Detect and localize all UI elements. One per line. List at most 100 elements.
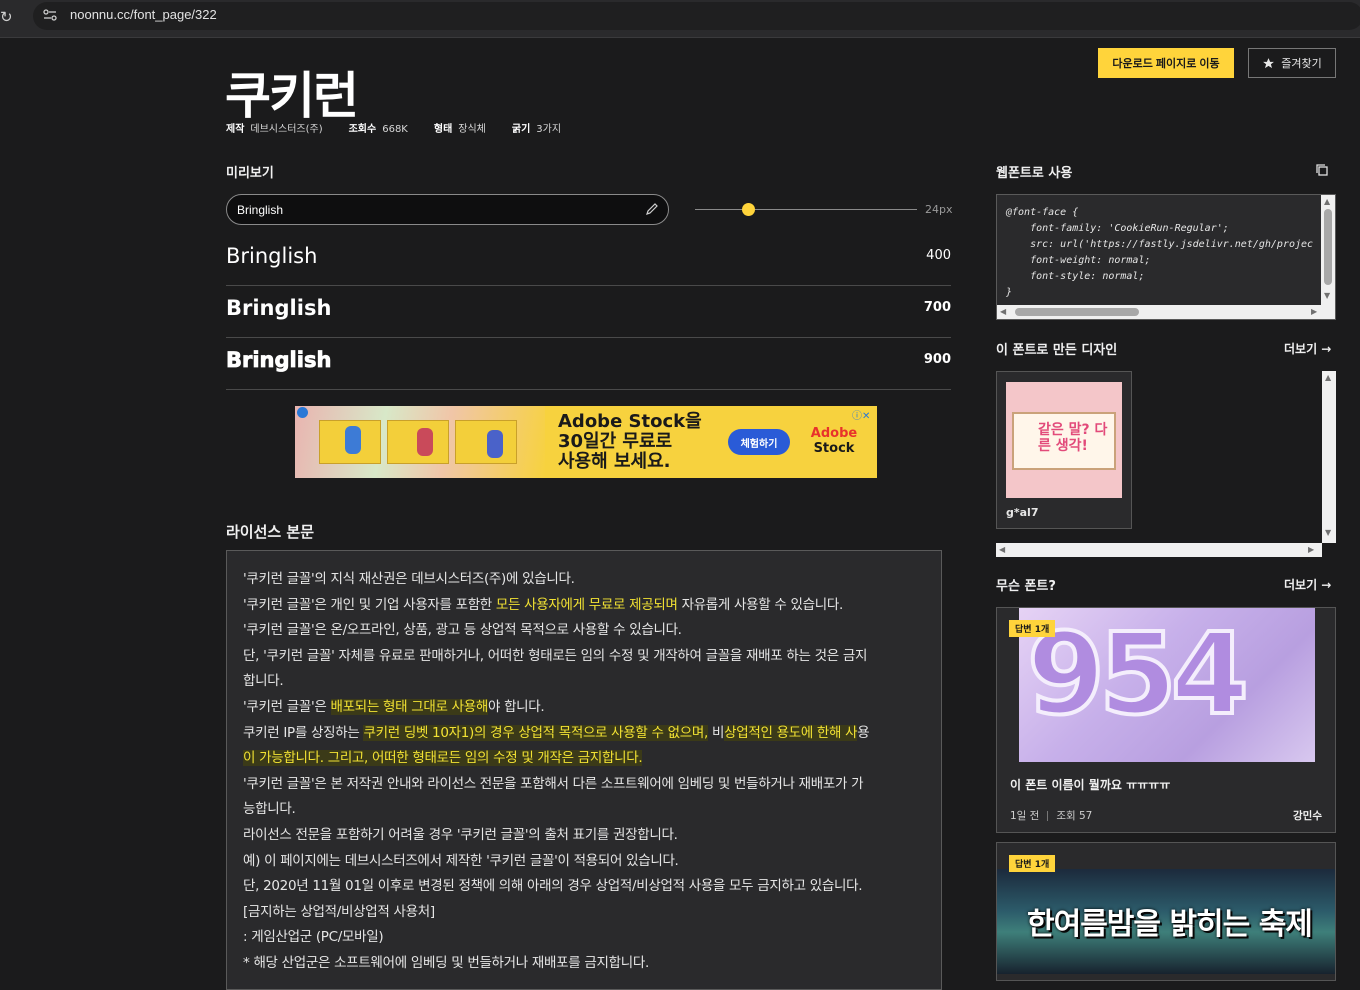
address-bar[interactable] — [33, 2, 1360, 30]
license-line: 예) 이 페이지에는 데브시스터즈에서 제작한 '쿠키런 글꼴'이 적용되어 있… — [243, 849, 925, 875]
favorite-button[interactable]: 즐겨찾기 — [1248, 48, 1336, 78]
question-meta: 1일 전 조회 57 — [1010, 810, 1093, 822]
font-size-slider-thumb[interactable] — [741, 203, 755, 216]
meta-views: 조회수 668K — [348, 124, 408, 135]
meta-maker: 제작 데브시스터즈(주) — [226, 124, 323, 135]
meta-type: 형태 장식체 — [433, 124, 486, 135]
question-title: 이 폰트 이름이 뭘까요 ㅠㅠㅠㅠ — [1010, 778, 1171, 792]
designs-more-link[interactable]: 더보기 → — [1284, 340, 1331, 357]
license-text-box: '쿠키런 글꼴'의 지식 재산권은 데브시스터즈(주)에 있습니다. '쿠키런 글… — [226, 550, 942, 990]
preview-sample-900: Bringlish 900 — [226, 338, 951, 390]
designs-horizontal-scrollbar[interactable]: ◀ ▶ — [996, 543, 1322, 557]
webfont-code-box[interactable]: @font-face { font-family: 'CookieRun-Reg… — [996, 194, 1336, 320]
license-line: 합니다. — [243, 669, 925, 695]
preview-heading: 미리보기 — [226, 166, 274, 181]
license-line: 이 가능합니다. 그리고, 어떠한 형태로든 임의 수정 및 개작은 금지합니다… — [243, 746, 925, 772]
sample-text: Bringlish — [226, 348, 332, 373]
designs-list: 같은 말? 다른 생각! g*al7 — [996, 371, 1336, 557]
license-text-part: 이 가능합니다. 그리고, 어떠한 형태로든 임의 수정 및 개작은 금지합니다… — [243, 750, 643, 767]
pencil-icon[interactable] — [644, 201, 660, 217]
sample-weight: 900 — [923, 352, 951, 367]
license-text-part: 용 — [857, 724, 870, 741]
license-line: '쿠키런 글꼴'은 본 저작권 안내와 라이선스 전문을 포함해서 다른 소프트… — [243, 772, 925, 798]
license-line: : 게임산업군 (PC/모바일) — [243, 925, 925, 951]
webfont-heading: 웹폰트로 사용 — [996, 166, 1073, 181]
adobe-stock-logo: Adobe Stock — [810, 426, 858, 456]
license-line: 단, '쿠키런 글꼴' 자체를 유료로 판매하거나, 어떠한 형태로든 임의 수… — [243, 644, 925, 670]
meta-weights: 굵기 3가지 — [511, 124, 562, 135]
designs-vertical-scrollbar[interactable]: ▲ ▼ — [1322, 371, 1336, 543]
copy-icon[interactable] — [1315, 163, 1329, 177]
license-line: 능합니다. — [243, 797, 925, 823]
license-text-part: 합니다. — [243, 673, 284, 690]
license-text-part: 쿠키런 IP를 상징하는 — [243, 724, 364, 741]
code-vertical-scrollbar[interactable]: ▲ ▼ — [1321, 195, 1335, 307]
license-text-part: '쿠키런 글꼴'은 본 저작권 안내와 라이선스 전문을 포함해서 다른 소프트… — [243, 775, 864, 792]
question-author: 강민수 — [1293, 810, 1322, 822]
font-size-value: 24px — [925, 203, 953, 216]
preview-text-input[interactable] — [226, 194, 669, 225]
answer-count-badge: 답변 1개 — [1009, 620, 1056, 637]
question-image: 한여름밤을 밝히는 축제 — [997, 869, 1335, 974]
license-text-part: 능합니다. — [243, 801, 296, 818]
license-text-part: '쿠키런 글꼴'은 — [243, 698, 331, 715]
adobe-stock-ad[interactable]: Adobe Stock을 30일간 무료로 사용해 보세요. 체험하기 Adob… — [295, 406, 877, 478]
preview-sample-700: Bringlish 700 — [226, 286, 951, 338]
license-line: * 해당 산업군은 소프트웨어에 임베딩 및 번들하거나 재배포를 금지합니다. — [243, 951, 925, 977]
license-text-part: 야 합니다. — [487, 698, 545, 715]
license-text-part: 쿠키런 딩벳 10자1)의 경우 상업적 목적으로 사용할 수 없으며, — [363, 724, 708, 741]
font-page: 쿠키런 제작 데브시스터즈(주) 조회수 668K 형태 장식체 굵기 3가지 다운로드… — [0, 38, 1360, 990]
star-icon — [1263, 57, 1275, 68]
license-line: [금지하는 상업적/비상업적 사용처] — [243, 900, 925, 926]
design-author: g*al7 — [1006, 506, 1039, 519]
license-line: '쿠키런 글꼴'은 배포되는 형태 그대로 사용해야 합니다. — [243, 695, 925, 721]
license-text-part: 모든 사용자에게 무료로 제공되며 — [495, 596, 678, 613]
license-text-part: '쿠키런 글꼴'은 온/오프라인, 상품, 광고 등 상업적 목적으로 사용할 … — [243, 622, 682, 639]
question-card[interactable]: 답변 1개 한여름밤을 밝히는 축제 — [996, 842, 1336, 981]
browser-toolbar: ↻ noonnu.cc/font_page/322 — [0, 0, 1360, 38]
site-settings-icon[interactable] — [42, 7, 58, 23]
what-font-more-link[interactable]: 더보기 → — [1284, 576, 1331, 593]
code-horizontal-scrollbar[interactable]: ◀ ▶ — [997, 305, 1335, 319]
license-text-part: 단, 2020년 11월 01일 이후로 변경된 정책에 의해 아래의 경우 상… — [243, 878, 863, 895]
ad-info-close-icon[interactable]: ⓘ✕ — [852, 407, 870, 422]
license-text-part: 배포되는 형태 그대로 사용해 — [330, 698, 488, 715]
answer-count-badge: 답변 1개 — [1009, 855, 1056, 872]
license-text-part: '쿠키런 글꼴'의 지식 재산권은 데브시스터즈(주)에 있습니다. — [243, 571, 575, 587]
font-size-slider[interactable] — [695, 209, 917, 210]
sample-text: Bringlish — [226, 296, 332, 320]
what-font-heading: 무슨 폰트? — [996, 579, 1056, 594]
design-card[interactable]: 같은 말? 다른 생각! g*al7 — [996, 371, 1132, 529]
license-text-part: [금지하는 상업적/비상업적 사용처] — [243, 903, 435, 920]
page-title: 쿠키런 — [225, 67, 359, 125]
sample-text: Bringlish — [226, 244, 318, 268]
license-line: '쿠키런 글꼴'은 온/오프라인, 상품, 광고 등 상업적 목적으로 사용할 … — [243, 618, 925, 644]
license-line: '쿠키런 글꼴'은 개인 및 기업 사용자를 포함한 모든 사용자에게 무료로 … — [243, 593, 925, 619]
license-text-part: 예) 이 페이지에는 데브시스터즈에서 제작한 '쿠키런 글꼴'이 적용되어 있… — [243, 852, 679, 869]
webfont-code[interactable]: @font-face { font-family: 'CookieRun-Reg… — [1006, 205, 1313, 301]
ad-artwork — [295, 406, 545, 478]
designs-heading: 이 폰트로 만든 디자인 — [996, 343, 1118, 358]
preview-sample-400: Bringlish 400 — [226, 234, 951, 286]
license-text-part: 단, '쿠키런 글꼴' 자체를 유료로 판매하거나, 어떠한 형태로든 임의 수… — [243, 647, 868, 664]
font-meta: 제작 데브시스터즈(주) 조회수 668K 형태 장식체 굵기 3가지 — [226, 120, 561, 135]
license-line: 라이선스 전문을 포함하기 어려울 경우 '쿠키런 글꼴'의 출처 표기를 권장… — [243, 823, 925, 849]
download-page-button[interactable]: 다운로드 페이지로 이동 — [1098, 48, 1234, 78]
license-text-part: 라이선스 전문을 포함하기 어려울 경우 '쿠키런 글꼴'의 출처 표기를 권장… — [243, 826, 678, 843]
question-card[interactable]: 답변 1개 954 이 폰트 이름이 뭘까요 ㅠㅠㅠㅠ 1일 전 조회 57 강민… — [996, 607, 1336, 833]
license-text-part: 자유롭게 사용할 수 있습니다. — [677, 596, 844, 613]
reload-icon[interactable]: ↻ — [0, 8, 13, 26]
sample-weight: 700 — [923, 300, 951, 315]
url-text[interactable]: noonnu.cc/font_page/322 — [70, 7, 217, 22]
license-line: 단, 2020년 11월 01일 이후로 변경된 정책에 의해 아래의 경우 상… — [243, 874, 925, 900]
license-heading: 라이선스 본문 — [226, 523, 315, 541]
license-line: 쿠키런 IP를 상징하는 쿠키런 딩벳 10자1)의 경우 상업적 목적으로 사… — [243, 721, 925, 747]
design-thumbnail: 같은 말? 다른 생각! — [1006, 382, 1122, 498]
license-text-part: 상업적인 용도에 한해 사 — [724, 724, 858, 741]
license-line: '쿠키런 글꼴'의 지식 재산권은 데브시스터즈(주)에 있습니다. — [243, 567, 925, 593]
ad-headline: Adobe Stock을 30일간 무료로 사용해 보세요. — [558, 411, 702, 472]
ad-trial-button[interactable]: 체험하기 — [728, 429, 790, 455]
ad-choices-icon[interactable] — [297, 407, 308, 418]
license-text-part: 비 — [707, 724, 725, 741]
question-image: 954 — [1019, 608, 1315, 762]
